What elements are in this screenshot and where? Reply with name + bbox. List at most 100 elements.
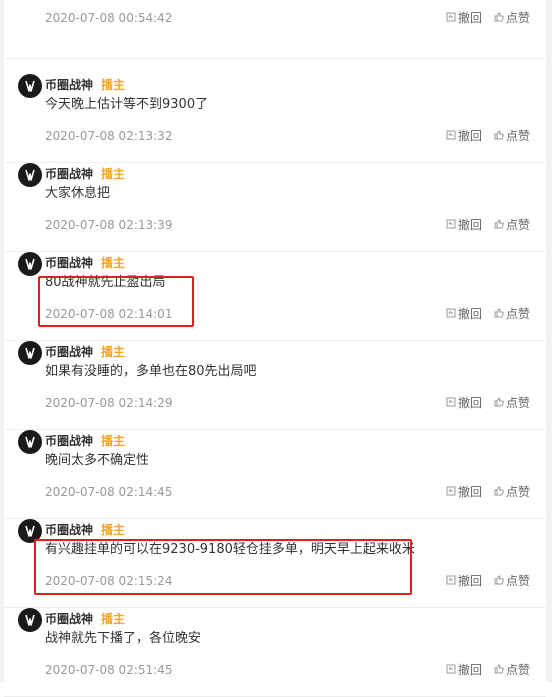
- message-actions: 撤回 点赞: [446, 307, 530, 321]
- like-icon: [494, 129, 504, 143]
- like-button[interactable]: 点赞: [494, 129, 530, 143]
- avatar[interactable]: [18, 430, 42, 454]
- message-actions: 撤回 点赞: [446, 11, 530, 25]
- undo-icon: [446, 218, 456, 232]
- message-actions: 撤回 点赞: [446, 485, 530, 499]
- author-name[interactable]: 币圈战神: [45, 434, 93, 448]
- undo-button[interactable]: 撤回: [446, 307, 482, 321]
- avatar[interactable]: [18, 74, 42, 98]
- undo-icon: [446, 663, 456, 677]
- undo-label: 撤回: [457, 574, 482, 588]
- message-actions: 撤回 点赞: [446, 663, 530, 677]
- message-row: 币圈战神 播主有兴趣挂单的可以在9230-9180轻仓挂多单，明天早上起来收米 20…: [4, 519, 546, 608]
- avatar[interactable]: [18, 341, 42, 365]
- like-label: 点赞: [505, 11, 530, 25]
- undo-button[interactable]: 撤回: [446, 129, 482, 143]
- like-button[interactable]: 点赞: [494, 11, 530, 25]
- message-row: 币圈战神 播主 80战神就先止盈出局 2020-07-08 02:14:01 撤回 点赞: [4, 252, 546, 341]
- right-frame-border: [546, 0, 552, 682]
- like-icon: [494, 663, 504, 677]
- undo-button[interactable]: 撤回: [446, 11, 482, 25]
- undo-label: 撤回: [457, 11, 482, 25]
- message-actions: 撤回 点赞: [446, 129, 530, 143]
- author-name[interactable]: 币圈战神: [45, 523, 93, 537]
- like-label: 点赞: [505, 307, 530, 321]
- like-icon: [494, 11, 504, 25]
- avatar[interactable]: [18, 163, 42, 187]
- message-text: 大家休息把: [45, 186, 111, 201]
- undo-icon: [446, 396, 456, 410]
- undo-label: 撤回: [457, 218, 482, 232]
- like-icon: [494, 574, 504, 588]
- message-text: 战神就先下播了，各位晚安: [45, 631, 202, 646]
- like-icon: [494, 485, 504, 499]
- like-label: 点赞: [505, 396, 530, 410]
- like-button[interactable]: 点赞: [494, 574, 530, 588]
- undo-button[interactable]: 撤回: [446, 574, 482, 588]
- message-timestamp: 2020-07-08 02:13:39: [45, 218, 173, 232]
- undo-button[interactable]: 撤回: [446, 485, 482, 499]
- message-row: 行情太不给力了2020-07-08 00:54:42撤回点赞: [4, 0, 546, 59]
- message-timestamp: 2020-07-08 02:14:01: [45, 307, 173, 321]
- like-button[interactable]: 点赞: [494, 663, 530, 677]
- host-badge: 播主: [101, 434, 126, 448]
- message-row: 币圈战神 播主如果有没睡的，多单也在80先出局吧 2020-07-08 02:14:…: [4, 341, 546, 430]
- like-button[interactable]: 点赞: [494, 396, 530, 410]
- host-badge: 播主: [101, 523, 126, 537]
- host-badge: 播主: [101, 256, 126, 270]
- message-actions: 撤回 点赞: [446, 218, 530, 232]
- undo-button[interactable]: 撤回: [446, 218, 482, 232]
- like-icon: [494, 396, 504, 410]
- message-text: 80战神就先止盈出局: [45, 275, 166, 290]
- host-badge: 播主: [101, 345, 126, 359]
- message-timestamp: 2020-07-08 00:54:42: [45, 11, 173, 25]
- undo-label: 撤回: [457, 396, 482, 410]
- undo-button[interactable]: 撤回: [446, 663, 482, 677]
- message-timestamp: 2020-07-08 02:15:24: [45, 574, 173, 588]
- like-label: 点赞: [505, 129, 530, 143]
- message-row: 币圈战神 播主战神就先下播了，各位晚安 2020-07-08 02:51:45 撤回 点…: [4, 608, 546, 697]
- host-badge: 播主: [101, 167, 126, 181]
- host-badge: 播主: [101, 78, 126, 92]
- message-timestamp: 2020-07-08 02:14:45: [45, 485, 173, 499]
- message-actions: 撤回 点赞: [446, 396, 530, 410]
- message-row: 币圈战神 播主晚间太多不确定性 2020-07-08 02:14:45 撤回 点赞: [4, 430, 546, 519]
- like-button[interactable]: 点赞: [494, 218, 530, 232]
- author-name[interactable]: 币圈战神: [45, 167, 93, 181]
- like-icon: [494, 307, 504, 321]
- like-label: 点赞: [505, 218, 530, 232]
- message-text: 晚间太多不确定性: [45, 453, 150, 468]
- like-button[interactable]: 点赞: [494, 485, 530, 499]
- avatar[interactable]: [18, 519, 42, 543]
- like-button[interactable]: 点赞: [494, 307, 530, 321]
- message-timestamp: 2020-07-08 02:13:32: [45, 129, 173, 143]
- like-label: 点赞: [505, 574, 530, 588]
- undo-label: 撤回: [457, 663, 482, 677]
- undo-icon: [446, 11, 456, 25]
- undo-icon: [446, 574, 456, 588]
- undo-icon: [446, 485, 456, 499]
- undo-label: 撤回: [457, 129, 482, 143]
- undo-label: 撤回: [457, 307, 482, 321]
- message-text: 今天晚上估计等不到9300了: [45, 97, 209, 112]
- message-row: 币圈战神 播主大家休息把 2020-07-08 02:13:39 撤回 点赞: [4, 163, 546, 252]
- message-row: 币圈战神 播主今天晚上估计等不到9300了 2020-07-08 02:13:32 撤…: [4, 74, 546, 163]
- avatar[interactable]: [18, 608, 42, 632]
- host-badge: 播主: [101, 612, 126, 626]
- message-timestamp: 2020-07-08 02:51:45: [45, 663, 173, 677]
- author-name[interactable]: 币圈战神: [45, 345, 93, 359]
- author-name[interactable]: 币圈战神: [45, 78, 93, 92]
- like-label: 点赞: [505, 663, 530, 677]
- undo-icon: [446, 307, 456, 321]
- like-label: 点赞: [505, 485, 530, 499]
- message-text: 有兴趣挂单的可以在9230-9180轻仓挂多单，明天早上起来收米: [45, 542, 415, 557]
- undo-label: 撤回: [457, 485, 482, 499]
- avatar[interactable]: [18, 252, 42, 276]
- undo-button[interactable]: 撤回: [446, 396, 482, 410]
- undo-icon: [446, 129, 456, 143]
- message-text: 如果有没睡的，多单也在80先出局吧: [45, 364, 257, 379]
- like-icon: [494, 218, 504, 232]
- author-name[interactable]: 币圈战神: [45, 612, 93, 626]
- author-name[interactable]: 币圈战神: [45, 256, 93, 270]
- message-timestamp: 2020-07-08 02:14:29: [45, 396, 173, 410]
